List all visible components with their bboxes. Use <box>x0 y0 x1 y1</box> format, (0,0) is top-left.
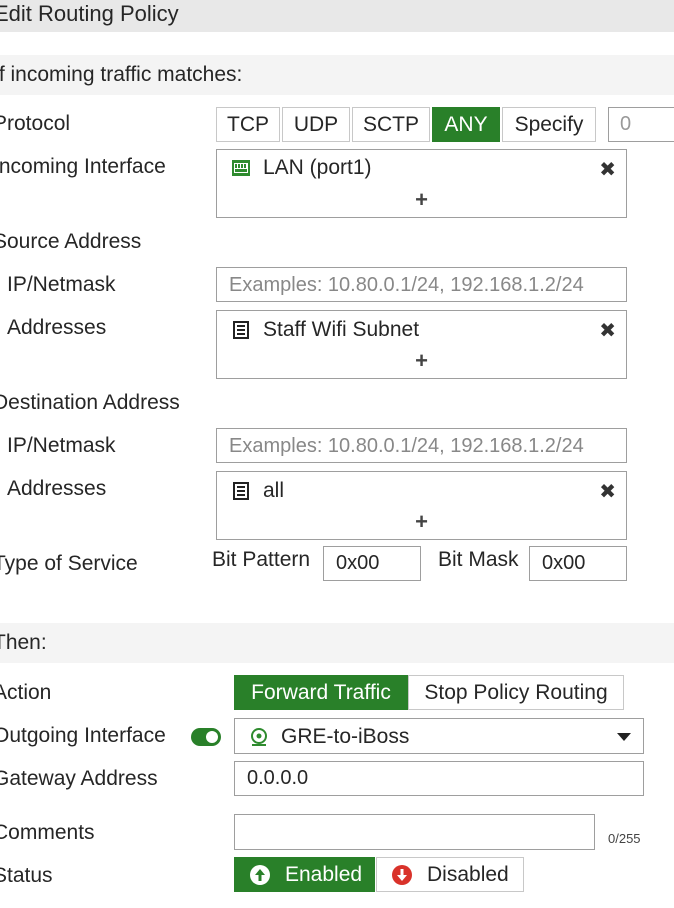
destination-ip-label: IP/Netmask <box>7 434 116 457</box>
source-address-entry: Staff Wifi Subnet <box>231 318 419 342</box>
status-enabled-button[interactable]: Enabled <box>234 857 375 892</box>
protocol-option-udp[interactable]: UDP <box>282 107 350 142</box>
protocol-option-tcp[interactable]: TCP <box>216 107 280 142</box>
remove-source-address-icon[interactable]: ✖ <box>599 318 616 343</box>
dialog-header: Edit Routing Policy <box>0 0 674 32</box>
destination-address-entry: all <box>231 479 284 503</box>
section-match-title: If incoming traffic matches: <box>0 63 243 86</box>
source-ip-input[interactable]: Examples: 10.80.0.1/24, 192.168.1.2/24 <box>216 267 627 302</box>
add-source-address-icon[interactable]: + <box>217 348 626 374</box>
incoming-interface-value: LAN (port1) <box>263 156 372 179</box>
action-stop-policy-routing[interactable]: Stop Policy Routing <box>408 675 624 710</box>
tunnel-interface-icon <box>249 727 271 747</box>
add-incoming-interface-icon[interactable]: + <box>217 187 626 213</box>
destination-ip-input[interactable]: Examples: 10.80.0.1/24, 192.168.1.2/24 <box>216 428 627 463</box>
destination-addresses-label: Addresses <box>7 477 107 500</box>
protocol-label: Protocol <box>0 112 71 135</box>
network-port-icon <box>231 158 253 178</box>
destination-addresses-field[interactable]: all ✖ + <box>216 471 627 540</box>
protocol-option-specify[interactable]: Specify <box>502 107 596 142</box>
status-selector: Enabled Disabled <box>234 857 526 892</box>
source-ip-label: IP/Netmask <box>7 273 116 296</box>
section-then: Then: <box>0 623 674 663</box>
comments-char-counter: 0/255 <box>608 831 641 846</box>
add-destination-address-icon[interactable]: + <box>217 509 626 535</box>
outgoing-interface-toggle[interactable] <box>191 728 221 746</box>
outgoing-interface-value: GRE-to-iBoss <box>281 725 410 748</box>
status-disabled-label: Disabled <box>427 862 509 886</box>
remove-destination-address-icon[interactable]: ✖ <box>599 479 616 504</box>
gateway-address-label: Gateway Address <box>0 767 158 790</box>
address-object-icon <box>231 481 253 501</box>
bit-pattern-input[interactable]: 0x00 <box>323 546 421 581</box>
status-label: Status <box>0 864 53 887</box>
incoming-interface-entry: LAN (port1) <box>231 156 372 180</box>
bit-pattern-label: Bit Pattern <box>212 548 311 571</box>
comments-textarea[interactable] <box>234 814 595 850</box>
incoming-interface-label: Incoming Interface <box>0 155 166 178</box>
destination-address-label: Destination Address <box>0 391 180 414</box>
section-match: If incoming traffic matches: <box>0 55 674 95</box>
incoming-interface-field[interactable]: LAN (port1) ✖ + <box>216 149 627 218</box>
action-selector: Forward Traffic Stop Policy Routing <box>234 675 626 710</box>
chevron-down-icon[interactable] <box>617 733 631 741</box>
protocol-option-sctp[interactable]: SCTP <box>352 107 430 142</box>
source-address-value: Staff Wifi Subnet <box>263 318 420 341</box>
arrow-up-circle-icon <box>249 864 271 886</box>
gateway-address-input[interactable]: 0.0.0.0 <box>234 761 644 796</box>
dialog-title: Edit Routing Policy <box>0 1 179 26</box>
status-enabled-label: Enabled <box>285 862 363 886</box>
bit-mask-label: Bit Mask <box>438 548 519 571</box>
address-object-icon <box>231 320 253 340</box>
source-address-label: Source Address <box>0 230 142 253</box>
status-disabled-button[interactable]: Disabled <box>376 857 524 892</box>
comments-label: Comments <box>0 821 95 844</box>
action-forward-traffic[interactable]: Forward Traffic <box>234 675 408 710</box>
protocol-selector: TCP UDP SCTP ANY Specify <box>216 107 598 142</box>
remove-incoming-interface-icon[interactable]: ✖ <box>599 157 616 182</box>
action-label: Action <box>0 681 52 704</box>
arrow-down-circle-icon <box>391 864 413 886</box>
protocol-number-input[interactable]: 0 <box>608 107 674 142</box>
outgoing-interface-select[interactable]: GRE-to-iBoss <box>234 718 644 754</box>
type-of-service-label: Type of Service <box>0 552 138 575</box>
bit-mask-input[interactable]: 0x00 <box>529 546 627 581</box>
outgoing-interface-label: Outgoing Interface <box>0 724 166 747</box>
outgoing-interface-entry: GRE-to-iBoss <box>249 725 409 749</box>
destination-address-value: all <box>263 479 285 502</box>
section-then-title: Then: <box>0 631 47 654</box>
protocol-option-any[interactable]: ANY <box>432 107 500 142</box>
source-addresses-label: Addresses <box>7 316 107 339</box>
source-addresses-field[interactable]: Staff Wifi Subnet ✖ + <box>216 310 627 379</box>
